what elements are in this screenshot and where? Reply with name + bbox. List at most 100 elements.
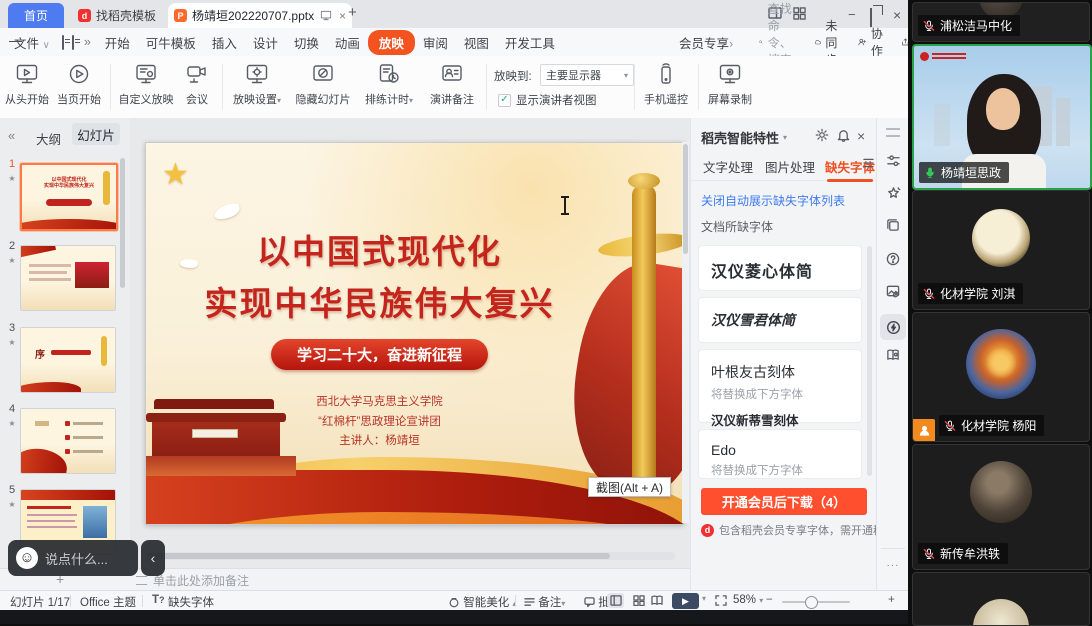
slideshow-ribbon: 从头开始 当页开始 自定义放映 会议 放映设置▾ 隐藏幻灯片 排练计时▾ [0,56,908,119]
show-settings-button[interactable]: 放映设置▾ [228,62,286,107]
menu-item-devtools[interactable]: 开发工具 [497,30,563,55]
notes-toggle[interactable]: 备注▾ [524,594,565,610]
pane-scrollbar[interactable] [867,246,872,476]
image-edit-icon[interactable] [877,284,909,298]
participant-tile[interactable]: 化材学院 刘淇 [912,190,1090,310]
tab-text-tools[interactable]: 文字处理 [703,157,753,176]
meeting-button[interactable]: 会议 [180,62,214,107]
close-pane-icon[interactable]: × [857,128,865,144]
disable-auto-show-link[interactable]: 关闭自动展示缺失字体列表 [701,192,845,209]
zoom-slider[interactable] [782,601,850,603]
font-card[interactable]: 叶根友古刻体 将替换成下方字体 汉仪新蒂雪刻体 [699,350,861,422]
font-card[interactable]: Edo 将替换成下方字体 [699,430,861,478]
pane-drag-handle[interactable] [877,128,909,137]
participant-tile-speaking[interactable]: 杨靖垣思政 [912,44,1092,190]
zoom-level[interactable]: 58% ▾ [733,594,763,606]
participant-tile[interactable]: 化材学院 杨阳 [912,312,1090,442]
notes-placeholder[interactable]: 单击此处添加备注 [153,572,249,589]
menu-item-design[interactable]: 设计 [245,30,286,55]
custom-show-button[interactable]: 自定义放映 [115,62,177,107]
more-tools-icon[interactable]: ··· [877,560,909,571]
play-slideshow-button[interactable]: ▶ [672,593,699,609]
close-window-icon[interactable]: × [893,7,901,23]
menu-item-start[interactable]: 开始 [97,30,138,55]
emoji-icon[interactable]: ☺ [16,547,38,569]
presenter-view-checkbox[interactable]: ✓ 显示演讲者视图 [498,92,597,108]
slides-tab-active[interactable]: 幻灯片 [72,123,120,145]
export-icon[interactable] [72,35,74,50]
normal-view-button[interactable] [607,593,624,608]
collaborate-button[interactable]: 协作 [858,25,887,59]
gear-icon[interactable] [815,128,829,142]
smart-beautify-icon[interactable] [877,186,909,201]
editing-canvas[interactable]: ★ 以中国式现代化 实现中华民族伟大复兴 学习二十大，奋进新征程 西北大学马克思… [130,118,690,568]
slide-thumbnail-4[interactable] [20,408,116,474]
play-current-page-button[interactable]: 当页开始 [54,62,104,107]
menu-file[interactable]: 文件 ∨ [14,30,58,55]
more-quick-icons[interactable]: » [84,35,91,49]
save-icon[interactable] [62,35,64,50]
menu-item-slideshow-active[interactable]: 放映 [368,30,415,55]
hide-slide-button[interactable]: 隐藏幻灯片 [292,62,354,107]
chat-collapse-button[interactable]: ‹ [141,540,165,576]
display-to-select[interactable]: 主要显示器▾ [540,64,634,86]
zoom-in-button[interactable]: + [888,594,895,606]
screen-record-button[interactable]: 屏幕录制 [704,62,756,107]
present-monitor-icon[interactable] [320,10,332,21]
notes-icon [524,597,535,607]
participant-tile[interactable] [912,572,1090,626]
reference-book-icon[interactable] [877,348,909,362]
play-from-start-button[interactable]: 从头开始 [4,62,50,107]
speaker-notes-button[interactable]: 演讲备注 [424,62,480,107]
help-icon[interactable] [877,252,909,266]
tab-docer-templates[interactable]: d 找稻壳模板 [70,3,164,28]
slide-thumbnail-1-selected[interactable]: 以中国式现代化实现中华民族伟大复兴 [20,163,118,231]
tab-image-tools[interactable]: 图片处理 [765,157,815,176]
screenshot-tooltip: 截图(Alt + A) [588,477,671,497]
dove-icon [213,202,241,221]
pane-menu-icon[interactable] [863,158,874,168]
menu-item-transition[interactable]: 切换 [286,30,327,55]
close-tab-icon[interactable]: × [339,9,346,23]
menu-item-review[interactable]: 审阅 [415,30,456,55]
font-card[interactable]: 汉仪雪君体简 [699,298,861,342]
slide-sorter-view-button[interactable] [630,593,647,608]
outline-tab[interactable]: 大纲 [36,129,61,148]
tab-document[interactable]: P 杨靖垣202220707.pptx × [168,3,352,28]
phone-remote-button[interactable]: 手机遥控 [640,62,692,107]
menu-item-animation[interactable]: 动画 [327,30,368,55]
fit-to-window-button[interactable] [712,593,729,608]
thumbnail-scrollbar[interactable] [120,128,126,558]
slide-1-cover[interactable]: ★ 以中国式现代化 实现中华民族伟大复兴 学习二十大，奋进新征程 西北大学马克思… [145,142,684,525]
pane-title[interactable]: 稻壳智能特性▾ [701,128,787,147]
slide-thumbnail-2[interactable] [20,245,116,311]
slide-thumbnail-3[interactable]: 序 [20,327,116,393]
participant-tile[interactable]: 浦松洁马中化 [912,2,1090,42]
new-tab-button[interactable]: + [348,4,357,21]
zoom-out-button[interactable]: − [766,594,773,606]
download-after-membership-button[interactable]: 开通会员后下载（4） [701,488,867,515]
horizontal-scrollbar[interactable] [145,552,675,560]
vertical-scrollbar[interactable] [682,142,689,523]
bell-icon[interactable] [837,128,850,142]
font-card[interactable]: 汉仪菱心体简 [699,246,861,290]
properties-icon[interactable] [877,154,909,168]
menu-item-member[interactable]: 会员专享› [671,30,741,55]
menu-item-keniu-templates[interactable]: 可牛模板 [138,30,204,55]
play-options-icon[interactable]: ▾ [702,594,706,603]
menu-item-view[interactable]: 视图 [456,30,497,55]
menu-item-insert[interactable]: 插入 [204,30,245,55]
smart-features-icon-active[interactable] [880,314,906,340]
minimize-window-icon[interactable]: − [848,7,856,22]
collapse-panel-icon[interactable]: « [8,128,15,143]
participant-tile[interactable]: 新传牟洪轶 [912,444,1090,570]
zoom-slider-knob[interactable] [805,596,818,609]
reading-view-button[interactable] [648,593,665,608]
missing-fonts-status[interactable]: 缺失字体 [168,594,214,610]
beautify-button[interactable]: 智能美化 ▴ [448,594,516,610]
tab-home[interactable]: 首页 [8,3,64,28]
copy-layers-icon[interactable] [877,218,909,232]
chat-input[interactable]: ☺ 说点什么... [8,540,138,576]
theme-name[interactable]: Office 主题 [80,594,136,610]
rehearse-timing-button[interactable]: 排练计时▾ [360,62,418,107]
